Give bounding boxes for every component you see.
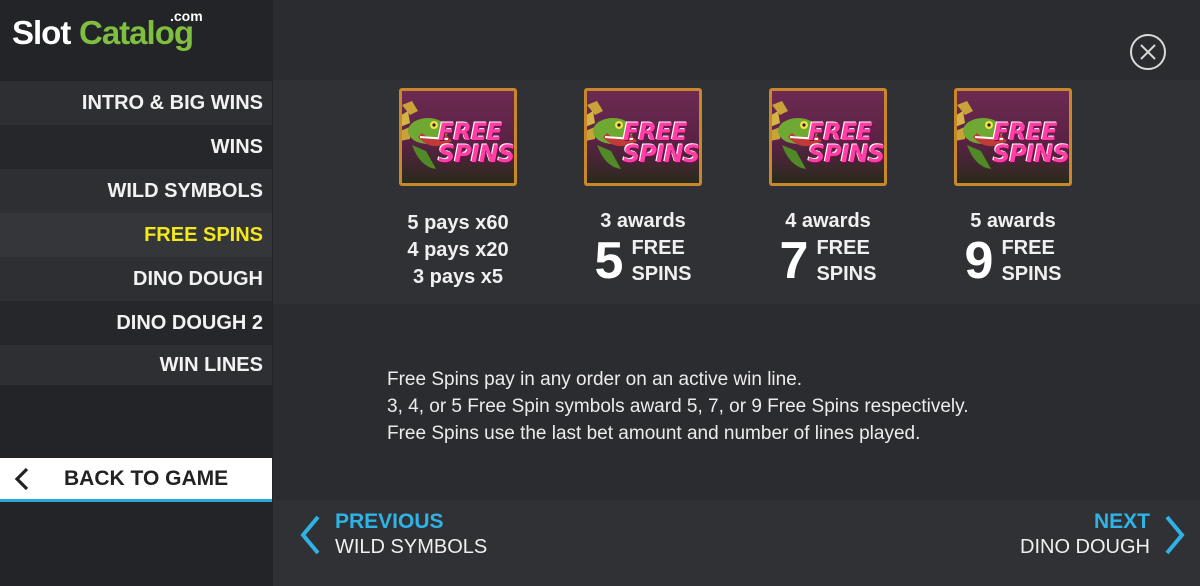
symbol-line2: SPINS <box>623 140 700 168</box>
free-spins-symbol-text: FREE SPINS <box>438 120 515 168</box>
free-spins-symbol-text: FREE SPINS <box>993 120 1070 168</box>
free-spins-symbol: FREE SPINS <box>954 88 1072 186</box>
main-panel: FREE SPINS 5 pays x60 4 pays x20 3 pays … <box>273 0 1200 586</box>
close-icon <box>1140 44 1156 60</box>
award-number: 5 <box>594 232 624 290</box>
page-navigation: PREVIOUS WILD SYMBOLS NEXT DINO DOUGH <box>273 500 1200 586</box>
symbol-column-4-awards: FREE SPINS 4 awards 7 FREE SPINS <box>748 88 908 287</box>
award-number: 9 <box>964 232 994 290</box>
award-text-line1: FREE <box>631 237 685 259</box>
previous-target: WILD SYMBOLS <box>335 536 488 558</box>
award-title: 4 awards <box>785 210 871 232</box>
award-text-line1: FREE <box>816 237 870 259</box>
menu-item-dino-dough-2[interactable]: DINO DOUGH 2 <box>0 301 272 345</box>
menu-item-intro-big-wins[interactable]: INTRO & BIG WINS <box>0 81 272 125</box>
award-row: 7 FREE SPINS <box>748 235 908 287</box>
menu-item-label: WINS <box>210 135 263 158</box>
menu-item-dino-dough[interactable]: DINO DOUGH <box>0 257 272 301</box>
free-spins-symbol: FREE SPINS <box>769 88 887 186</box>
menu-item-wins[interactable]: WINS <box>0 125 272 169</box>
award-row: 5 FREE SPINS <box>563 235 723 287</box>
symbol-column-3-awards: FREE SPINS 3 awards 5 FREE SPINS <box>563 88 723 287</box>
menu-item-label: DINO DOUGH <box>133 267 263 290</box>
back-to-game-label: BACK TO GAME <box>64 466 229 490</box>
back-to-game-button[interactable]: BACK TO GAME <box>0 458 272 502</box>
menu-item-label: FREE SPINS <box>144 223 263 246</box>
help-menu: INTRO & BIG WINS WINS WILD SYMBOLS FREE … <box>0 81 272 385</box>
free-spins-symbol: FREE SPINS <box>399 88 517 186</box>
free-spins-symbol-text: FREE SPINS <box>623 120 700 168</box>
pays-list: 5 pays x60 4 pays x20 3 pays x5 <box>378 210 538 291</box>
next-page-button[interactable]: NEXT DINO DOUGH <box>1020 510 1186 560</box>
award-text-line1: FREE <box>1001 237 1055 259</box>
menu-item-free-spins[interactable]: FREE SPINS <box>0 213 272 257</box>
chevron-right-icon <box>1165 515 1185 555</box>
next-target: DINO DOUGH <box>1020 536 1150 558</box>
award-number: 7 <box>779 232 809 290</box>
previous-text: PREVIOUS WILD SYMBOLS <box>335 510 487 560</box>
description-line: 3, 4, or 5 Free Spin symbols award 5, 7,… <box>387 396 969 417</box>
next-label: NEXT <box>1093 510 1150 533</box>
symbol-line2: SPINS <box>808 140 885 168</box>
next-text: NEXT DINO DOUGH <box>1020 510 1150 560</box>
award-text-line2: SPINS <box>1001 263 1062 285</box>
menu-item-label: DINO DOUGH 2 <box>116 311 263 334</box>
award-title: 3 awards <box>600 210 686 232</box>
award-text-line2: SPINS <box>816 263 877 285</box>
close-button[interactable] <box>1130 34 1166 70</box>
symbol-line2: SPINS <box>993 140 1070 168</box>
logo-slot-text: Slot <box>12 14 71 51</box>
chevron-left-icon <box>14 467 29 490</box>
free-spins-description: Free Spins pay in any order on an active… <box>387 366 969 447</box>
award-text: FREE SPINS <box>1001 235 1061 287</box>
description-line: Free Spins use the last bet amount and n… <box>387 423 921 444</box>
menu-item-win-lines[interactable]: WIN LINES <box>0 345 272 385</box>
symbol-line2: SPINS <box>438 140 515 168</box>
sidebar: Slot Catalog .com INTRO & BIG WINS WINS … <box>0 0 273 586</box>
menu-item-label: WILD SYMBOLS <box>107 179 263 202</box>
menu-item-label: WIN LINES <box>159 353 263 376</box>
menu-item-wild-symbols[interactable]: WILD SYMBOLS <box>0 169 272 213</box>
menu-item-label: INTRO & BIG WINS <box>81 91 263 114</box>
logo-com-text: .com <box>170 8 203 24</box>
pays-line: 4 pays x20 <box>407 239 509 261</box>
symbol-column-pays: FREE SPINS 5 pays x60 4 pays x20 3 pays … <box>378 88 538 291</box>
award-text: FREE SPINS <box>631 235 691 287</box>
award-title: 5 awards <box>970 210 1056 232</box>
free-spins-symbol: FREE SPINS <box>584 88 702 186</box>
pays-line: 5 pays x60 <box>407 212 509 234</box>
symbol-column-5-awards: FREE SPINS 5 awards 9 FREE SPINS <box>933 88 1093 287</box>
previous-label: PREVIOUS <box>335 510 444 533</box>
symbols-band: FREE SPINS 5 pays x60 4 pays x20 3 pays … <box>273 80 1200 304</box>
pays-line: 3 pays x5 <box>412 266 504 288</box>
award-row: 9 FREE SPINS <box>933 235 1093 287</box>
award-text-line2: SPINS <box>631 263 692 285</box>
previous-page-button[interactable]: PREVIOUS WILD SYMBOLS <box>299 510 487 560</box>
chevron-left-icon <box>300 515 320 555</box>
free-spins-symbol-text: FREE SPINS <box>808 120 885 168</box>
award-text: FREE SPINS <box>816 235 876 287</box>
description-line: Free Spins pay in any order on an active… <box>387 369 803 390</box>
